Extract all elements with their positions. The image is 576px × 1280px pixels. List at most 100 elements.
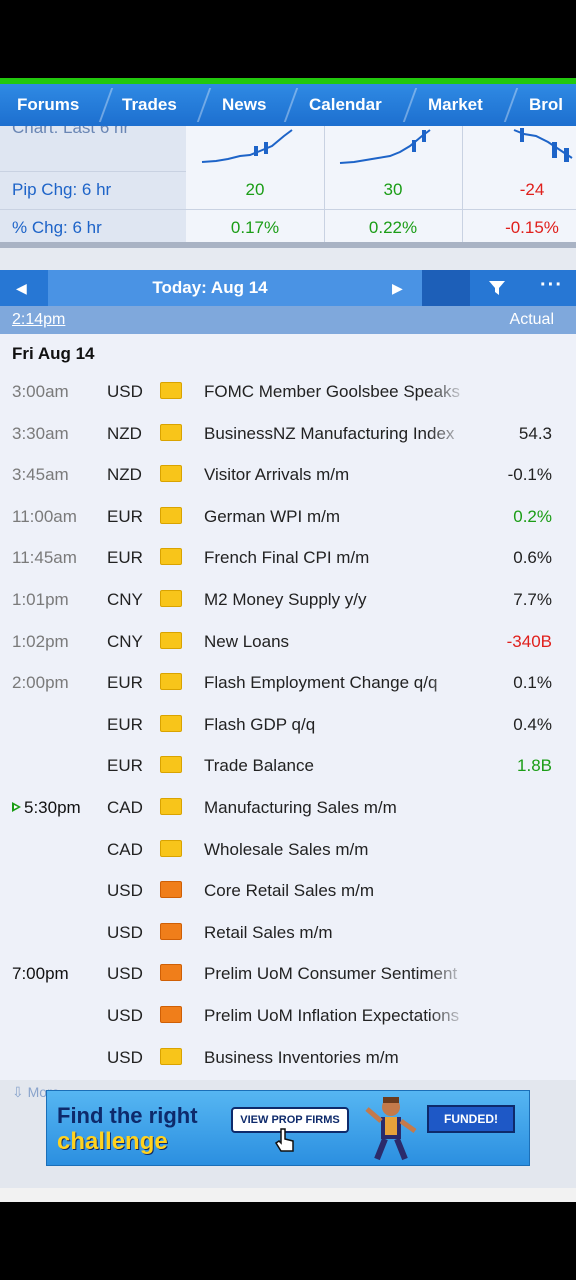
impact-folder-icon[interactable] (160, 756, 182, 774)
event-row[interactable]: USD Core Retail Sales m/m (0, 870, 576, 911)
event-name[interactable]: New Loans (204, 621, 468, 662)
pip-change-value: 20 (245, 180, 265, 199)
event-time: 11:00am (12, 506, 77, 526)
event-name[interactable]: Wholesale Sales m/m (204, 829, 468, 870)
impact-folder-icon[interactable] (160, 673, 182, 691)
event-row[interactable]: 7:00pm USD Prelim UoM Consumer Sentiment (0, 953, 576, 994)
impact-folder-icon[interactable] (160, 590, 182, 607)
impact-folder-icon[interactable] (160, 881, 182, 899)
impact-folder-icon[interactable] (160, 465, 182, 483)
impact-folder-icon[interactable] (160, 631, 182, 649)
previous-day-icon[interactable]: ◀ (16, 270, 27, 306)
next-day-icon[interactable]: ▶ (392, 270, 403, 306)
event-actual-value: 54.3 (518, 423, 552, 443)
event-row[interactable]: USD Business Inventories m/m (0, 1037, 576, 1078)
event-name[interactable]: FOMC Member Goolsbee Speaks (204, 371, 468, 412)
toolbar-spacer (422, 270, 470, 306)
hand-cursor-icon (274, 1128, 294, 1152)
advertisement-banner[interactable]: Find the right challenge VIEW PROP FIRMS… (46, 1090, 530, 1166)
impact-folder-icon[interactable] (160, 1006, 182, 1023)
chart-label: Chart: Last 6 hr (12, 126, 130, 137)
sparkline-chart-1[interactable] (198, 128, 298, 172)
event-currency: CAD (107, 839, 143, 859)
event-currency: EUR (107, 673, 143, 693)
event-row[interactable]: 5:30pm CAD Manufacturing Sales m/m (0, 787, 576, 828)
event-time: 5:30pm (24, 798, 81, 817)
nav-calendar[interactable]: Calendar (309, 84, 382, 126)
event-actual-value: 0.2% (513, 506, 552, 526)
event-time: 1:02pm (12, 631, 69, 651)
event-name[interactable]: BusinessNZ Manufacturing Index (204, 413, 468, 454)
ad-headline-accent: challenge (57, 1128, 168, 1155)
impact-folder-icon[interactable] (160, 798, 182, 815)
event-currency: EUR (107, 506, 143, 526)
event-row[interactable]: 2:00pm EUR Flash Employment Change q/q 0.1% (0, 662, 576, 703)
event-currency: USD (107, 964, 143, 984)
impact-folder-icon[interactable] (160, 964, 182, 982)
event-name[interactable]: Flash GDP q/q (204, 704, 468, 745)
row-divider (0, 171, 186, 172)
pip-change-value: -24 (519, 180, 545, 199)
event-row[interactable]: EUR Trade Balance 1.8B (0, 745, 576, 786)
event-name[interactable]: Retail Sales m/m (204, 912, 468, 953)
nav-brokers[interactable]: Brol (529, 84, 563, 126)
nav-news[interactable]: News (222, 84, 266, 126)
event-row[interactable]: USD Prelim UoM Inflation Expectations (0, 995, 576, 1036)
event-name[interactable]: Core Retail Sales m/m (204, 870, 468, 911)
impact-folder-icon[interactable] (160, 839, 182, 857)
impact-folder-icon[interactable] (160, 922, 182, 940)
event-name[interactable]: Manufacturing Sales m/m (204, 787, 468, 828)
nav-market[interactable]: Market (428, 84, 483, 126)
event-row[interactable]: USD Retail Sales m/m (0, 912, 576, 953)
event-row[interactable]: 3:00am USD FOMC Member Goolsbee Speaks (0, 371, 576, 412)
event-row[interactable]: 1:02pm CNY New Loans -340B (0, 621, 576, 662)
impact-folder-icon[interactable] (160, 423, 182, 441)
impact-folder-icon[interactable] (160, 548, 182, 566)
event-row[interactable]: EUR Flash GDP q/q 0.4% (0, 704, 576, 745)
impact-folder-icon[interactable] (160, 1047, 182, 1065)
more-options-icon[interactable]: ··· (540, 270, 563, 306)
event-name[interactable]: German WPI m/m (204, 496, 468, 537)
nav-trades[interactable]: Trades (122, 84, 177, 126)
event-actual-value: 0.6% (513, 548, 552, 568)
sparkline-chart-2[interactable] (336, 128, 436, 172)
nav-forums[interactable]: Forums (17, 84, 79, 126)
event-row[interactable]: 11:45am EUR French Final CPI m/m 0.6% (0, 537, 576, 578)
event-name[interactable]: M2 Money Supply y/y (204, 579, 468, 620)
status-bar-area (0, 0, 576, 78)
event-row[interactable]: CAD Wholesale Sales m/m (0, 829, 576, 870)
event-currency: NZD (107, 423, 142, 443)
event-name[interactable]: Prelim UoM Inflation Expectations (204, 995, 468, 1036)
event-name[interactable]: Trade Balance (204, 745, 468, 786)
event-name[interactable]: Prelim UoM Consumer Sentiment (204, 953, 468, 994)
impact-folder-icon[interactable] (160, 714, 182, 732)
current-time-link[interactable]: 2:14pm (12, 306, 65, 334)
day-header: Fri Aug 14 (12, 344, 95, 363)
calendar-subheader: 2:14pm Actual (0, 306, 576, 334)
event-actual-value: -340B (506, 631, 552, 651)
event-name[interactable]: Flash Employment Change q/q (204, 662, 468, 703)
event-row[interactable]: 3:30am NZD BusinessNZ Manufacturing Index 5… (0, 413, 576, 454)
event-time: 3:30am (12, 423, 69, 443)
ad-funded-badge: FUNDED! (427, 1105, 515, 1133)
impact-folder-icon[interactable] (160, 506, 182, 524)
nav-separator (283, 88, 299, 122)
event-row[interactable]: 11:00am EUR German WPI m/m 0.2% (0, 496, 576, 537)
event-row[interactable]: 1:01pm CNY M2 Money Supply y/y 7.7% (0, 579, 576, 620)
event-time: 1:01pm (12, 590, 69, 609)
section-gap (0, 248, 576, 270)
event-currency: USD (107, 922, 143, 942)
event-row[interactable]: 3:45am NZD Visitor Arrivals m/m -0.1% (0, 454, 576, 495)
event-actual-value: 1.8B (517, 756, 552, 776)
event-name[interactable]: Visitor Arrivals m/m (204, 454, 468, 495)
nav-separator (196, 88, 212, 122)
event-time: 3:00am (12, 382, 69, 401)
upcoming-event-icon (12, 802, 21, 812)
today-label[interactable]: Today: Aug 14 (48, 270, 372, 306)
nav-separator (402, 88, 418, 122)
event-name[interactable]: Business Inventories m/m (204, 1037, 468, 1078)
event-name[interactable]: French Final CPI m/m (204, 537, 468, 578)
impact-folder-icon[interactable] (160, 382, 182, 399)
sparkline-chart-3[interactable] (512, 128, 576, 172)
filter-icon[interactable] (488, 279, 506, 297)
